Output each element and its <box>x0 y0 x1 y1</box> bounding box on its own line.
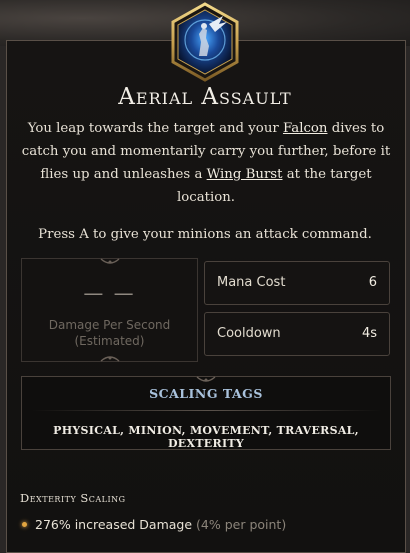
dps-label: Damage Per Second (Estimated) <box>22 317 197 349</box>
keyword-falcon[interactable]: Falcon <box>283 121 328 136</box>
scaling-tags-panel: SCALING TAGS PHYSICAL, MINION, MOVEMENT,… <box>21 376 391 450</box>
skill-description: You leap towards the target and your Fal… <box>20 117 392 209</box>
skill-icon-frame <box>169 2 241 82</box>
divider <box>32 410 382 411</box>
falcon-rider-icon <box>171 2 239 82</box>
desc-text-1: You leap towards the target and your <box>27 121 283 136</box>
cooldown-stat: Cooldown 4s <box>204 312 390 356</box>
dps-label-line-2: (Estimated) <box>74 334 145 348</box>
ornament-icon <box>196 376 216 382</box>
dps-value: — — <box>83 281 136 305</box>
scaling-main-text: 276% increased Damage <box>35 517 197 532</box>
bullet-icon <box>22 522 27 527</box>
dps-panel: — — Damage Per Second (Estimated) <box>21 258 198 362</box>
scaling-tags-list: PHYSICAL, MINION, MOVEMENT, TRAVERSAL, D… <box>53 424 359 450</box>
minion-command-hint: Press A to give your minions an attack c… <box>38 227 372 242</box>
dexterity-scaling-line: 276% increased Damage (4% per point) <box>22 517 286 532</box>
cooldown-value: 4s <box>361 326 377 341</box>
mana-cost-label: Mana Cost <box>217 275 286 290</box>
skill-title: Aerial Assault <box>118 84 292 110</box>
scaling-per-point-text: (4% per point) <box>196 517 287 532</box>
scaling-tags-title: SCALING TAGS <box>149 386 263 401</box>
keyword-wing-burst[interactable]: Wing Burst <box>207 167 283 182</box>
mana-cost-value: 6 <box>368 275 377 290</box>
ornament-icon <box>100 356 119 362</box>
dexterity-scaling-title: Dexterity Scaling <box>20 491 126 505</box>
mana-cost-stat: Mana Cost 6 <box>204 261 390 305</box>
ornament-icon <box>100 258 119 264</box>
cooldown-label: Cooldown <box>217 326 281 341</box>
dps-label-line-1: Damage Per Second <box>48 318 171 332</box>
